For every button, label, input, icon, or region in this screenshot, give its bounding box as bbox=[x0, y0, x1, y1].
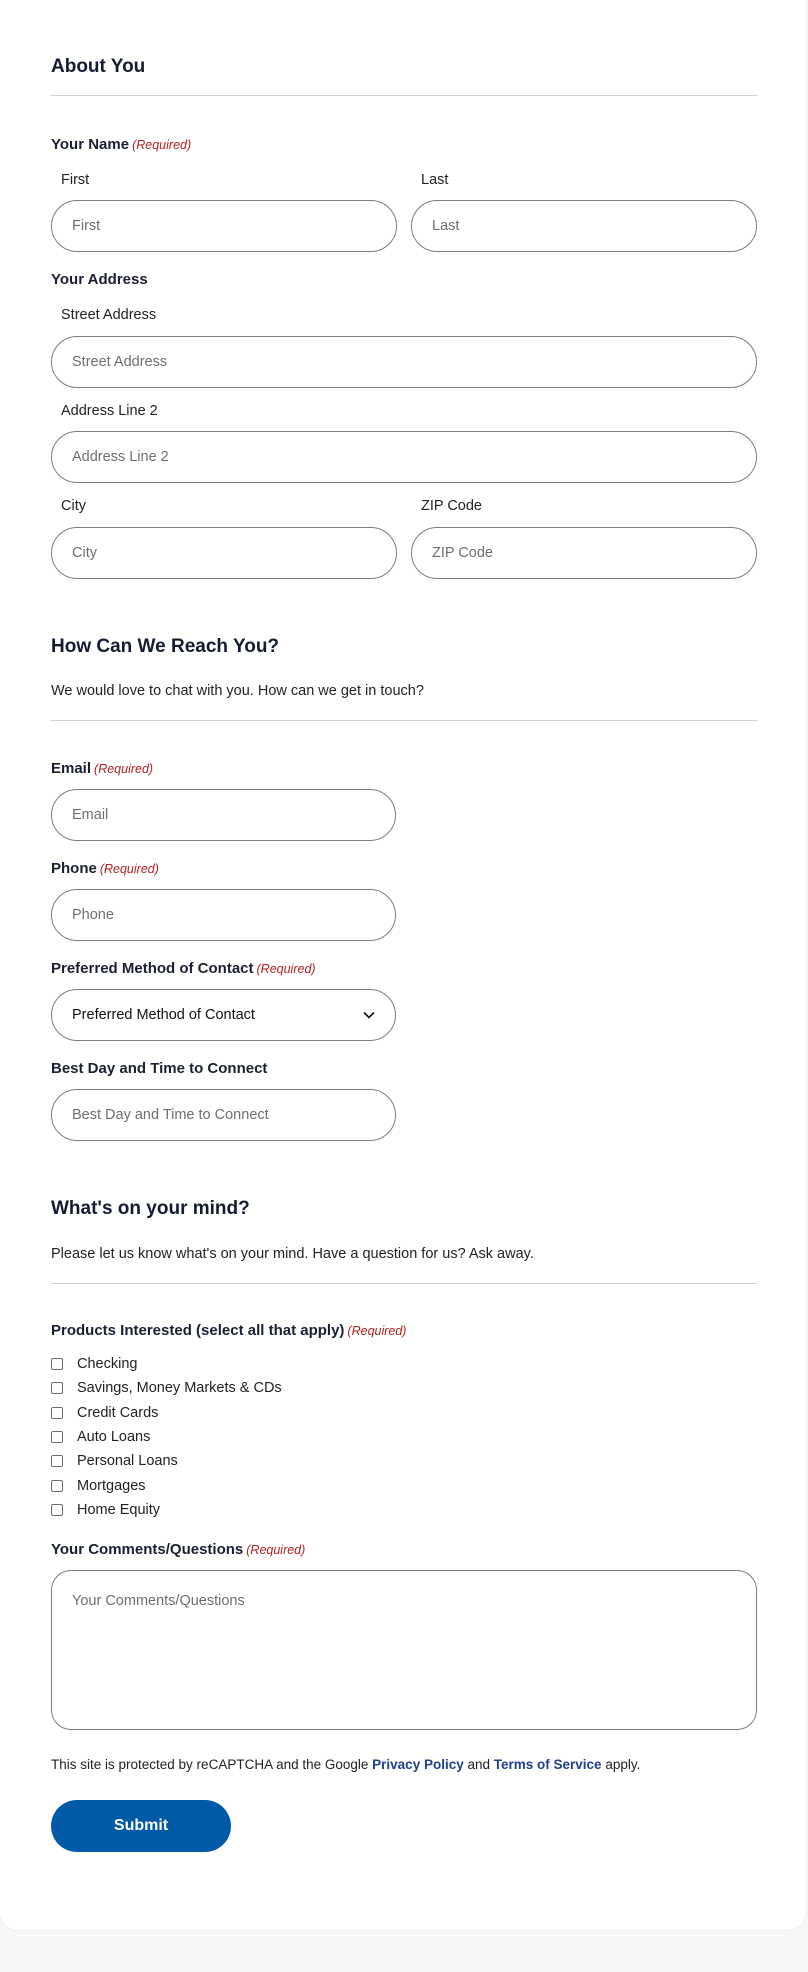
products-label-text: Products Interested (select all that app… bbox=[51, 1322, 345, 1339]
name-label-text: Your Name bbox=[51, 136, 130, 153]
reach-description: We would love to chat with you. How can … bbox=[51, 683, 424, 699]
zip-input[interactable] bbox=[411, 527, 757, 579]
comments-label-text: Your Comments/Questions bbox=[51, 1541, 244, 1558]
product-checkbox-row[interactable]: Auto Loans bbox=[51, 1428, 150, 1446]
contact-method-selected: Preferred Method of Contact bbox=[72, 1007, 255, 1023]
phone-input[interactable] bbox=[51, 889, 396, 941]
legal-prefix: This site is protected by reCAPTCHA and … bbox=[51, 1757, 373, 1772]
divider bbox=[51, 95, 757, 96]
mind-description: Please let us know what's on your mind. … bbox=[51, 1246, 534, 1262]
phone-label-text: Phone bbox=[51, 860, 97, 877]
first-name-label: First bbox=[61, 172, 90, 188]
email-input[interactable] bbox=[51, 789, 396, 841]
best-time-label: Best Day and Time to Connect bbox=[51, 1060, 268, 1077]
city-label: City bbox=[61, 498, 86, 514]
first-name-input[interactable] bbox=[51, 200, 397, 252]
phone-label: Phone (Required) bbox=[51, 860, 159, 877]
chevron-down-icon bbox=[363, 1011, 375, 1019]
city-input[interactable] bbox=[51, 527, 397, 579]
address-line2-input[interactable] bbox=[51, 431, 757, 483]
section-title-mind: What's on your mind? bbox=[51, 1198, 250, 1219]
privacy-policy-link[interactable]: Privacy Policy bbox=[372, 1757, 464, 1772]
email-label: Email (Required) bbox=[51, 760, 153, 777]
submit-button[interactable]: Submit bbox=[51, 1800, 231, 1852]
required-marker: (Required) bbox=[99, 862, 159, 876]
street-address-label: Street Address bbox=[61, 307, 157, 323]
product-checkbox[interactable] bbox=[51, 1504, 63, 1516]
contact-method-label-text: Preferred Method of Contact bbox=[51, 960, 254, 977]
required-marker: (Required) bbox=[347, 1324, 407, 1338]
product-checkbox[interactable] bbox=[51, 1455, 63, 1467]
required-marker: (Required) bbox=[246, 1543, 306, 1557]
street-address-input[interactable] bbox=[51, 336, 757, 388]
name-label: Your Name (Required) bbox=[51, 136, 191, 153]
contact-method-label: Preferred Method of Contact (Required) bbox=[51, 960, 316, 977]
zip-label: ZIP Code bbox=[421, 498, 482, 514]
comments-label: Your Comments/Questions (Required) bbox=[51, 1541, 305, 1558]
section-title-about: About You bbox=[51, 56, 146, 77]
legal-and: and bbox=[463, 1757, 494, 1772]
product-checkbox[interactable] bbox=[51, 1358, 63, 1370]
product-checkbox[interactable] bbox=[51, 1480, 63, 1492]
contact-method-select[interactable]: Preferred Method of Contact bbox=[51, 989, 396, 1041]
product-label: Home Equity bbox=[77, 1502, 161, 1518]
address-line2-label: Address Line 2 bbox=[61, 403, 158, 419]
divider bbox=[51, 720, 757, 721]
products-label: Products Interested (select all that app… bbox=[51, 1322, 406, 1339]
divider bbox=[51, 1283, 757, 1284]
product-checkbox[interactable] bbox=[51, 1382, 63, 1394]
product-label: Personal Loans bbox=[77, 1453, 178, 1469]
product-checkbox-row[interactable]: Mortgages bbox=[51, 1477, 146, 1495]
form-card: About You Your Name (Required) First Last… bbox=[0, 0, 806, 1930]
recaptcha-notice: This site is protected by reCAPTCHA and … bbox=[51, 1757, 640, 1772]
last-name-input[interactable] bbox=[411, 200, 757, 252]
last-name-label: Last bbox=[421, 172, 449, 188]
required-marker: (Required) bbox=[256, 962, 316, 976]
product-checkbox-row[interactable]: Personal Loans bbox=[51, 1452, 178, 1470]
product-checkbox-row[interactable]: Home Equity bbox=[51, 1501, 160, 1519]
product-checkbox[interactable] bbox=[51, 1431, 63, 1443]
product-checkbox-row[interactable]: Credit Cards bbox=[51, 1404, 158, 1422]
product-label: Savings, Money Markets & CDs bbox=[77, 1380, 282, 1396]
terms-of-service-link[interactable]: Terms of Service bbox=[494, 1757, 602, 1772]
product-label: Auto Loans bbox=[77, 1429, 151, 1445]
best-time-input[interactable] bbox=[51, 1089, 396, 1141]
product-label: Checking bbox=[77, 1356, 138, 1372]
required-marker: (Required) bbox=[94, 762, 154, 776]
product-checkbox-row[interactable]: Savings, Money Markets & CDs bbox=[51, 1379, 282, 1397]
product-label: Mortgages bbox=[77, 1478, 146, 1494]
legal-suffix: apply. bbox=[601, 1757, 641, 1772]
product-checkbox[interactable] bbox=[51, 1407, 63, 1419]
section-title-reach: How Can We Reach You? bbox=[51, 636, 280, 657]
email-label-text: Email bbox=[51, 760, 92, 777]
address-label: Your Address bbox=[51, 271, 148, 288]
product-checkbox-row[interactable]: Checking bbox=[51, 1355, 137, 1373]
comments-textarea[interactable] bbox=[51, 1570, 757, 1730]
required-marker: (Required) bbox=[132, 138, 192, 152]
product-label: Credit Cards bbox=[77, 1405, 159, 1421]
